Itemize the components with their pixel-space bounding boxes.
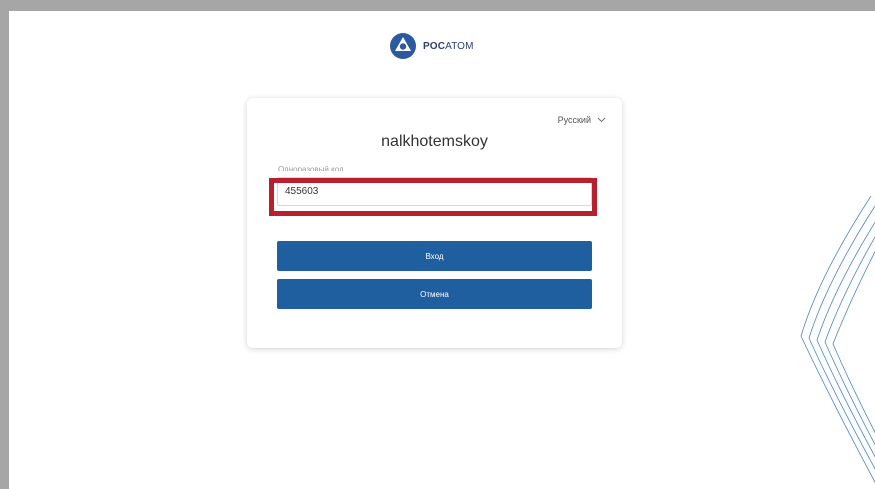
chevron-down-icon (597, 117, 606, 123)
rosatom-logo: РОСАТОМ (389, 31, 474, 61)
username-title: nalkhotemskoy (381, 133, 488, 150)
login-card: Русский nalkhotemskoy Одноразовый код Вх… (247, 98, 622, 348)
rosatom-logo-icon (390, 33, 416, 59)
code-field-label: Одноразовый код (278, 166, 344, 171)
brand-name: РОСАТОМ (423, 40, 474, 52)
language-selector[interactable]: Русский (558, 115, 606, 125)
decorative-lines (800, 196, 875, 484)
login-button[interactable]: Вход (277, 241, 592, 271)
cancel-button[interactable]: Отмена (277, 279, 592, 309)
one-time-code-input[interactable] (277, 177, 592, 206)
page-frame: РОСАТОМ Русский nalkhotemskoy Одноразовы… (9, 11, 875, 489)
language-label: Русский (557, 115, 591, 125)
